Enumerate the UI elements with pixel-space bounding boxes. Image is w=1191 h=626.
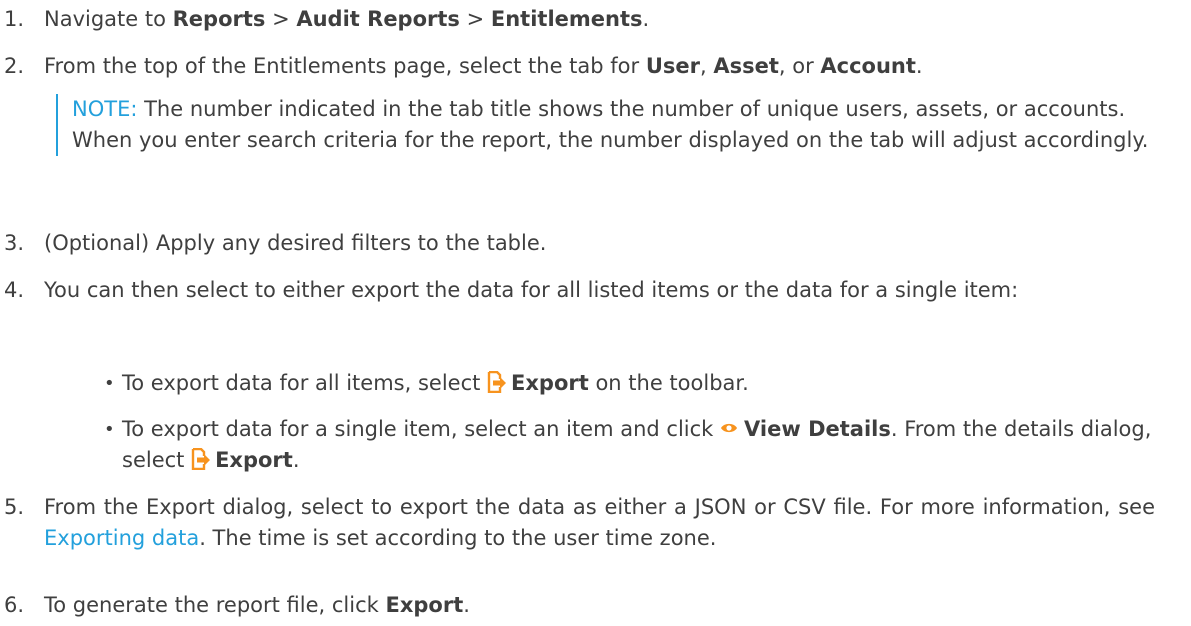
step-text: From the Export dialog, select to export… [44, 495, 1155, 550]
menu-entitlements: Entitlements [490, 7, 643, 31]
eye-icon [721, 423, 738, 433]
step-number: 2. [4, 54, 25, 78]
menu-audit-reports: Audit Reports [296, 7, 460, 31]
step-number: 4. [4, 278, 25, 302]
step-number: 6. [4, 593, 25, 617]
bullet-text: To export data for all items, select Exp… [122, 371, 749, 395]
view-details-label: View Details [744, 417, 891, 441]
step-text: You can then select to either export the… [44, 278, 1019, 302]
bullet-text: To export data for a single item, select… [122, 417, 1152, 472]
export-label: Export [511, 371, 589, 395]
step-text: Navigate to Reports > Audit Reports > En… [44, 7, 650, 31]
tab-user: User [645, 54, 700, 78]
bullet-glyph: • [104, 373, 115, 394]
export-icon [191, 448, 211, 470]
export-label: Export [385, 593, 464, 617]
note-block: NOTE: The number indicated in the tab ti… [56, 94, 1182, 156]
tab-asset: Asset [713, 54, 779, 78]
menu-reports: Reports [172, 7, 266, 31]
step-text: (Optional) Apply any desired filters to … [44, 231, 547, 255]
exporting-data-link[interactable]: Exporting data [44, 526, 199, 550]
note-label: NOTE: [72, 97, 138, 121]
step-text: From the top of the Entitlements page, s… [44, 54, 923, 78]
step-text: To generate the report file, click Expor… [44, 593, 470, 617]
step-number: 1. [4, 7, 25, 31]
export-icon [487, 371, 507, 393]
step-number: 5. [4, 495, 25, 519]
step-number: 3. [4, 231, 25, 255]
tab-account: Account [820, 54, 916, 78]
export-label: Export [215, 448, 293, 472]
bullet-glyph: • [104, 419, 115, 440]
note-text: The number indicated in the tab title sh… [72, 97, 1149, 152]
